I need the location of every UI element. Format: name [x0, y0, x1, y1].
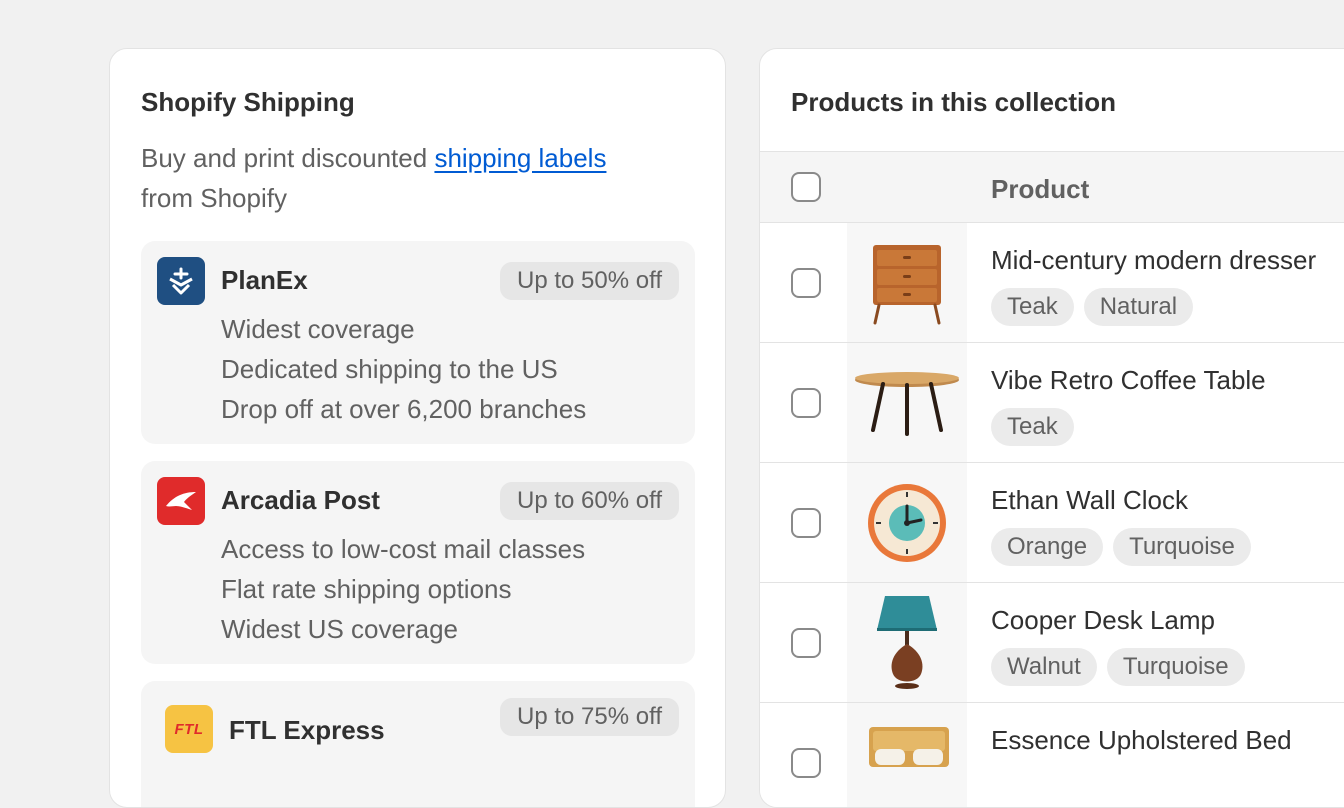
table-header: Product [760, 151, 1344, 223]
carrier-planex[interactable]: PlanEx Up to 50% off Widest coverage Ded… [141, 241, 695, 444]
ftl-express-logo-icon: FTL [165, 705, 213, 753]
column-header-product: Product [991, 174, 1090, 204]
planex-logo-icon [157, 257, 205, 305]
discount-badge: Up to 50% off [500, 262, 679, 300]
row-checkbox[interactable] [791, 508, 821, 538]
product-name[interactable]: Ethan Wall Clock [991, 485, 1188, 516]
row-checkbox[interactable] [791, 748, 821, 778]
carrier-features: Access to low-cost mail classes Flat rat… [221, 529, 585, 649]
table-row[interactable]: Mid-century modern dresser Teak Natural [760, 223, 1344, 343]
table-row[interactable]: Vibe Retro Coffee Table Teak [760, 343, 1344, 463]
carrier-arcadia-post[interactable]: Arcadia Post Up to 60% off Access to low… [141, 461, 695, 664]
tag: Turquoise [1106, 648, 1245, 686]
feature-item: Flat rate shipping options [221, 574, 512, 604]
discount-badge: Up to 75% off [500, 698, 679, 736]
arcadia-post-logo-icon [157, 477, 205, 525]
desk-lamp-image [847, 583, 967, 702]
tag: Walnut [991, 648, 1097, 686]
tag: Natural [1083, 288, 1194, 326]
feature-item: Widest US coverage [221, 614, 458, 644]
discount-badge: Up to 60% off [500, 482, 679, 520]
feature-item: Dedicated shipping to the US [221, 354, 558, 384]
feature-item: Widest coverage [221, 314, 415, 344]
row-checkbox[interactable] [791, 388, 821, 418]
product-name[interactable]: Vibe Retro Coffee Table [991, 365, 1266, 396]
product-name[interactable]: Cooper Desk Lamp [991, 605, 1215, 636]
shipping-labels-link[interactable]: shipping labels [434, 143, 606, 173]
table-row[interactable]: Cooper Desk Lamp Walnut Turquoise [760, 583, 1344, 703]
product-tags: Walnut Turquoise [991, 648, 1245, 686]
tag: Orange [991, 528, 1104, 566]
product-name[interactable]: Mid-century modern dresser [991, 245, 1316, 276]
carrier-name: PlanEx [221, 265, 308, 295]
products-card-title: Products in this collection [791, 87, 1117, 117]
feature-item: Access to low-cost mail classes [221, 534, 586, 564]
shipping-description: Buy and print discounted shipping labels… [141, 143, 607, 213]
products-card: Products in this collection Product Mid-… [759, 48, 1344, 808]
product-tags: Teak Natural [991, 288, 1194, 326]
tag: Turquoise [1113, 528, 1251, 566]
coffee-table-image [847, 343, 967, 462]
carrier-name: Arcadia Post [221, 485, 380, 515]
dresser-image [847, 223, 967, 342]
table-row[interactable]: Ethan Wall Clock Orange Turquoise [760, 463, 1344, 583]
product-name[interactable]: Essence Upholstered Bed [991, 725, 1292, 756]
carrier-ftl-express[interactable]: FTL FTL Express Up to 75% off [141, 681, 695, 807]
carrier-name: FTL Express [229, 715, 385, 745]
product-tags: Teak [991, 408, 1074, 446]
feature-item: Drop off at over 6,200 branches [221, 394, 587, 424]
wall-clock-image [847, 463, 967, 582]
shipping-card: Shopify Shipping Buy and print discounte… [109, 48, 726, 808]
product-tags: Orange Turquoise [991, 528, 1251, 566]
shipping-card-title: Shopify Shipping [141, 87, 355, 117]
tag: Teak [991, 288, 1074, 326]
select-all-checkbox[interactable] [791, 172, 821, 202]
row-checkbox[interactable] [791, 268, 821, 298]
row-checkbox[interactable] [791, 628, 821, 658]
tag: Teak [991, 408, 1074, 446]
carrier-features: Widest coverage Dedicated shipping to th… [221, 309, 586, 429]
